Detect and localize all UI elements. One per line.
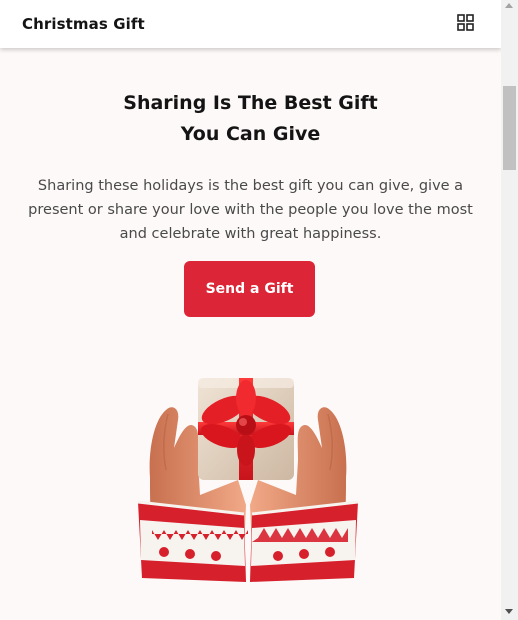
send-gift-button[interactable]: Send a Gift (184, 261, 315, 317)
page-viewport: Christmas Gift Sharing Is The Best Gift … (0, 0, 501, 620)
vertical-scrollbar[interactable] (501, 0, 518, 620)
top-navbar: Christmas Gift (0, 0, 501, 48)
scrollbar-thumb[interactable] (503, 86, 516, 170)
hero-title: Sharing Is The Best Gift You Can Give (0, 88, 501, 150)
scroll-up-arrow-icon[interactable] (505, 3, 513, 8)
brand-logo-text[interactable]: Christmas Gift (22, 15, 145, 33)
hero-title-line-1: Sharing Is The Best Gift (123, 92, 378, 114)
hero-description: Sharing these holidays is the best gift … (28, 178, 473, 242)
hands-gift-illustration (128, 370, 368, 590)
scroll-down-arrow-icon[interactable] (505, 609, 513, 614)
grid-menu-icon[interactable] (456, 13, 476, 33)
hero-title-line-2: You Can Give (180, 123, 321, 145)
